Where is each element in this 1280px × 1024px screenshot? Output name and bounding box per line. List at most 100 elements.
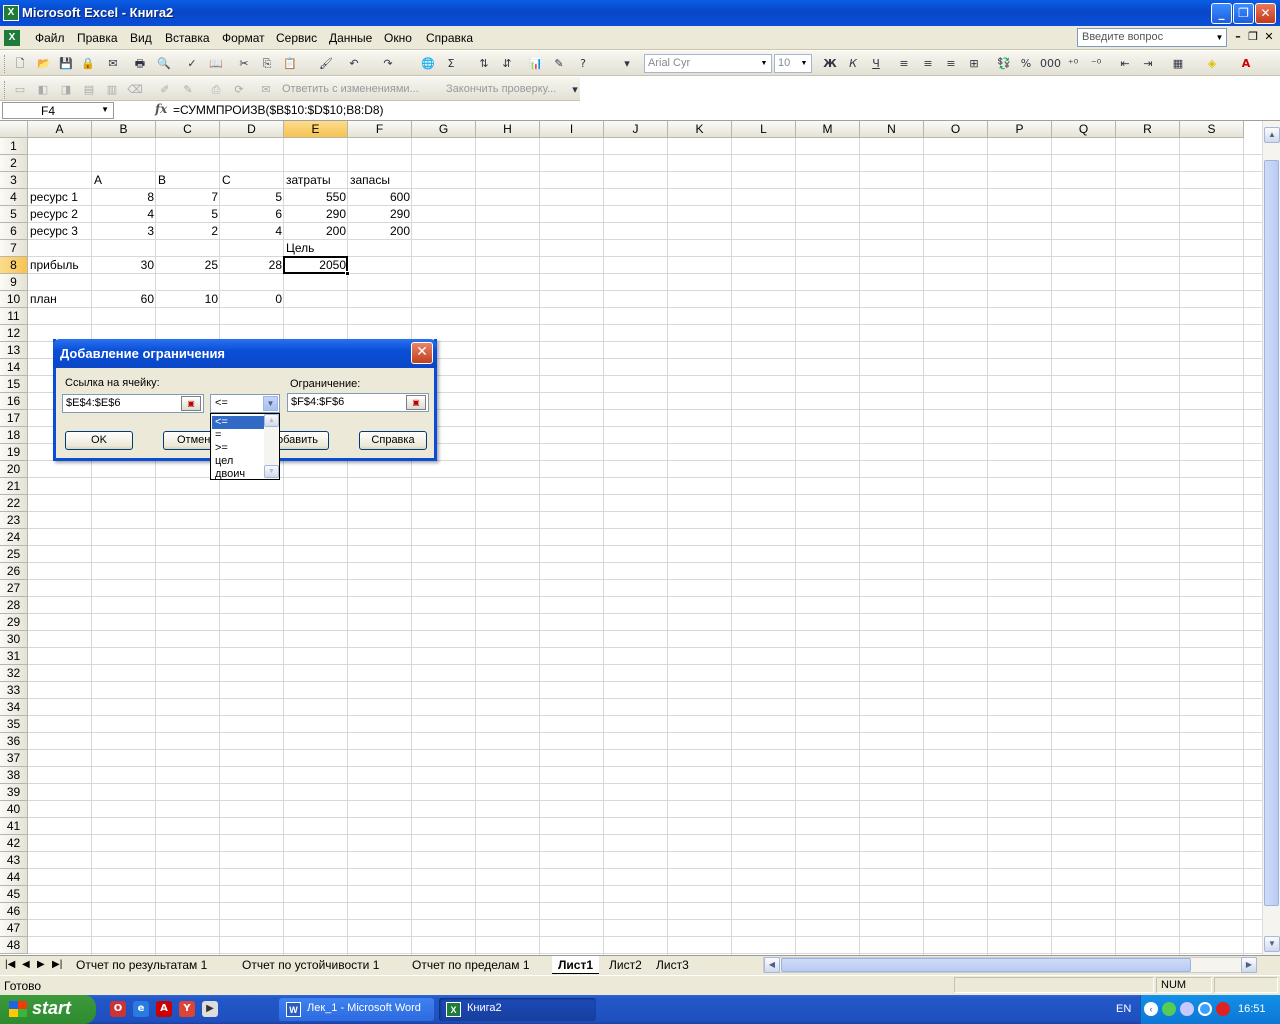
title-bar[interactable]: X Microsoft Excel - Книга2 _ ❐ ✕ — [0, 0, 1280, 26]
first-sheet-button[interactable]: |◀ — [5, 959, 15, 970]
cell-a10[interactable]: план — [28, 291, 92, 308]
column-header[interactable]: A — [28, 121, 92, 138]
sheet-tab[interactable]: Лист3 — [650, 956, 695, 974]
row-header[interactable]: 43 — [0, 852, 28, 869]
row-header[interactable]: 9 — [0, 274, 28, 291]
dropdown-scroll-down[interactable]: ▼ — [264, 465, 279, 478]
operator-option[interactable]: двоич — [212, 468, 264, 481]
research-icon[interactable]: 📖 — [208, 56, 224, 72]
row-header[interactable]: 46 — [0, 903, 28, 920]
row-header[interactable]: 25 — [0, 546, 28, 563]
column-header[interactable]: N — [860, 121, 924, 138]
menu-help[interactable]: Справка — [426, 31, 473, 45]
copy-icon[interactable]: ⎘ — [259, 56, 275, 72]
cell-c4[interactable]: 7 — [156, 189, 220, 206]
column-header[interactable]: M — [796, 121, 860, 138]
paste-icon[interactable]: 📋 — [282, 56, 298, 72]
row-header[interactable]: 3 — [0, 172, 28, 189]
dialog-title-bar[interactable]: Добавление ограничения — [53, 339, 437, 368]
cell-c6[interactable]: 2 — [156, 223, 220, 240]
row-header[interactable]: 24 — [0, 529, 28, 546]
cell-c8[interactable]: 25 — [156, 257, 220, 274]
cell-f3[interactable]: запасы — [348, 172, 412, 189]
cell-e3[interactable]: затраты — [284, 172, 348, 189]
align-left-icon[interactable]: ≡ — [896, 56, 912, 72]
row-header[interactable]: 17 — [0, 410, 28, 427]
update-file-icon[interactable]: ⟳ — [231, 82, 247, 98]
name-box[interactable]: F4 ▼ — [2, 102, 114, 119]
cell-d8[interactable]: 28 — [220, 257, 284, 274]
row-header[interactable]: 32 — [0, 665, 28, 682]
chevron-down-icon[interactable]: ▼ — [798, 56, 810, 71]
operator-option[interactable]: >= — [212, 442, 264, 455]
dropdown-scroll-up[interactable]: ▲ — [264, 414, 279, 427]
new-icon[interactable]: 🗋 — [12, 56, 28, 72]
save-icon[interactable]: 💾 — [58, 56, 74, 72]
redo-icon[interactable]: ↷ — [380, 56, 396, 72]
column-header[interactable]: B — [92, 121, 156, 138]
cell-e5[interactable]: 290 — [284, 206, 348, 223]
row-header[interactable]: 30 — [0, 631, 28, 648]
open-icon[interactable]: 📂 — [36, 56, 52, 72]
cell-b3[interactable]: A — [92, 172, 156, 189]
operator-option[interactable]: = — [212, 429, 264, 442]
delete-ink-icon[interactable]: ✎ — [180, 82, 196, 98]
column-header[interactable]: K — [668, 121, 732, 138]
menu-view[interactable]: Вид — [130, 31, 152, 45]
row-header[interactable]: 31 — [0, 648, 28, 665]
excel-icon[interactable]: X — [3, 5, 19, 21]
tray-update-icon[interactable] — [1198, 1002, 1212, 1016]
language-indicator[interactable]: EN — [1116, 1003, 1131, 1015]
toolbar-options-icon[interactable]: ▾ — [622, 56, 632, 72]
undo-icon[interactable]: ↶ — [346, 56, 362, 72]
scroll-left-button[interactable]: ◀ — [764, 957, 780, 973]
ok-button[interactable]: OK — [65, 431, 133, 450]
row-header[interactable]: 28 — [0, 597, 28, 614]
formula-input[interactable]: =СУММПРОИЗВ($B$10:$D$10;B8:D8) — [173, 103, 384, 117]
operator-select[interactable]: <= ▼ — [210, 394, 280, 413]
underline-icon[interactable]: Ч — [868, 56, 884, 72]
quicklaunch-player-icon[interactable]: ▶ — [202, 1001, 218, 1017]
column-header[interactable]: P — [988, 121, 1052, 138]
cell-e7[interactable]: Цель — [284, 240, 348, 257]
bold-icon[interactable]: Ж — [822, 56, 838, 72]
row-header[interactable]: 6 — [0, 223, 28, 240]
row-header[interactable]: 13 — [0, 342, 28, 359]
send-icon[interactable]: ✉ — [258, 82, 274, 98]
cell-d10[interactable]: 0 — [220, 291, 284, 308]
column-header[interactable]: E — [284, 121, 348, 138]
row-header[interactable]: 40 — [0, 801, 28, 818]
row-header[interactable]: 35 — [0, 716, 28, 733]
sheet-tab[interactable]: Лист1 — [552, 956, 600, 974]
row-header[interactable]: 38 — [0, 767, 28, 784]
tray-expand-icon[interactable]: ‹ — [1144, 1002, 1158, 1016]
cell-b10[interactable]: 60 — [92, 291, 156, 308]
row-header[interactable]: 19 — [0, 444, 28, 461]
italic-icon[interactable]: К — [845, 56, 861, 72]
cell-a4[interactable]: ресурс 1 — [28, 189, 92, 206]
toolbar-grip[interactable] — [4, 55, 7, 73]
row-header[interactable]: 36 — [0, 733, 28, 750]
column-header[interactable]: O — [924, 121, 988, 138]
row-header[interactable]: 1 — [0, 138, 28, 155]
menu-file[interactable]: Файл — [35, 31, 65, 45]
operator-option[interactable]: <= — [212, 416, 264, 429]
cell-e4[interactable]: 550 — [284, 189, 348, 206]
column-header[interactable]: F — [348, 121, 412, 138]
sort-descending-icon[interactable]: ⇵ — [499, 56, 515, 72]
align-right-icon[interactable]: ≡ — [943, 56, 959, 72]
row-header[interactable]: 22 — [0, 495, 28, 512]
add-button[interactable]: Добавить — [280, 431, 329, 450]
column-header[interactable]: D — [220, 121, 284, 138]
column-header[interactable]: H — [476, 121, 540, 138]
cell-b8[interactable]: 30 — [92, 257, 156, 274]
cell-c5[interactable]: 5 — [156, 206, 220, 223]
row-header[interactable]: 44 — [0, 869, 28, 886]
align-center-icon[interactable]: ≡ — [920, 56, 936, 72]
cell-a8[interactable]: прибыль — [28, 257, 92, 274]
chevron-down-icon[interactable]: ▼ — [263, 396, 278, 411]
percent-icon[interactable]: % — [1018, 56, 1034, 72]
row-header[interactable]: 18 — [0, 427, 28, 444]
delete-comment-icon[interactable]: ⌫ — [127, 82, 143, 98]
worksheet-grid[interactable]: A B C D E F G H I J K L M N O P Q R S 1 2 3 4 5 6 7 8 9 10 11 12 13 14 15… — [0, 121, 1262, 955]
